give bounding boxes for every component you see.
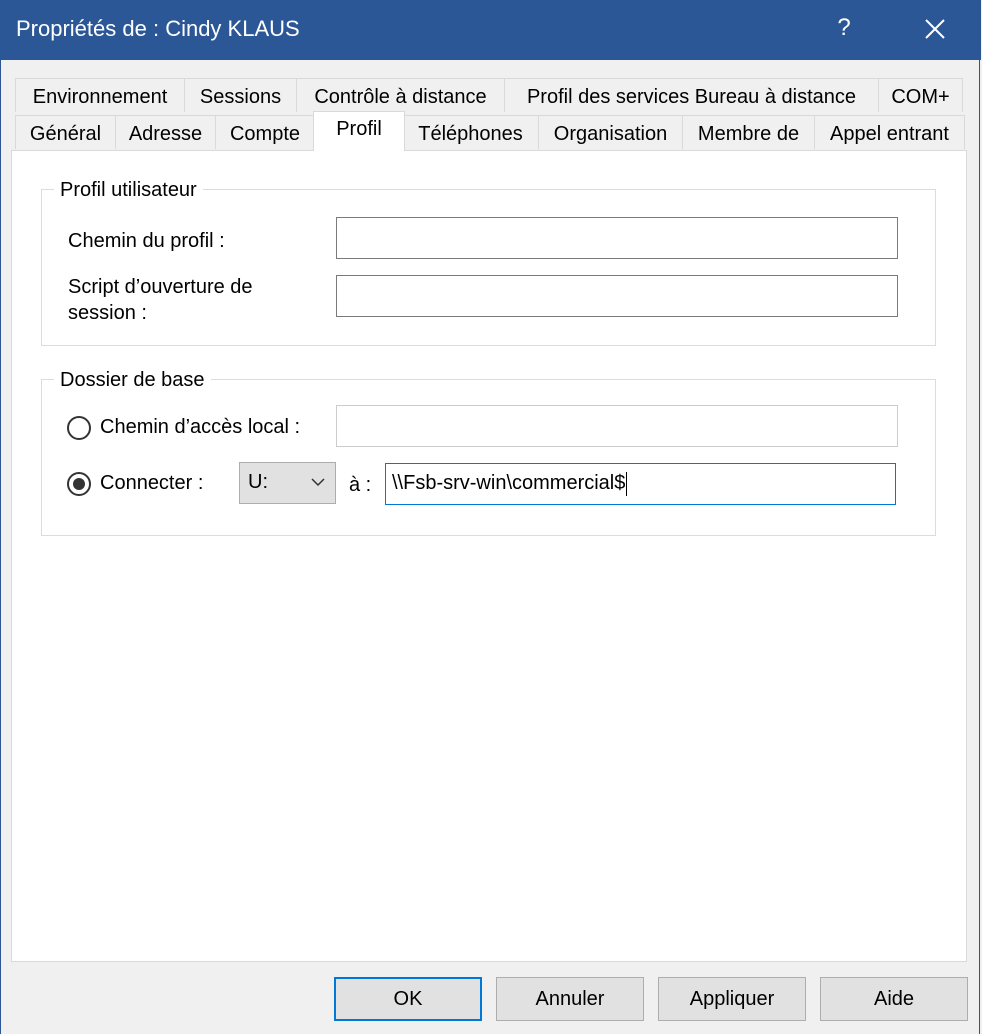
tab-telephones[interactable]: Téléphones [402,115,539,149]
home-folder-group-title: Dossier de base [54,368,211,392]
home-folder-group: Dossier de base Chemin d’accès local : C… [41,368,936,536]
tab-general[interactable]: Général [15,115,116,149]
profile-group: Profil utilisateur Chemin du profil : Sc… [41,178,936,346]
to-label: à : [349,474,372,496]
connect-radio[interactable] [67,472,91,496]
connect-label[interactable]: Connecter : [100,470,203,496]
logon-script-input[interactable] [336,275,898,317]
drive-letter-select[interactable]: U: [239,462,336,504]
local-path-label[interactable]: Chemin d’accès local : [100,414,300,440]
logon-script-label-line2: session : [68,302,147,324]
cancel-button[interactable]: Annuler [496,977,644,1021]
tab-adresse[interactable]: Adresse [115,115,216,149]
tab-controle-a-distance[interactable]: Contrôle à distance [296,78,505,112]
tab-organisation[interactable]: Organisation [538,115,683,149]
text-caret [626,471,628,496]
tab-sessions[interactable]: Sessions [184,78,297,112]
properties-dialog: Propriétés de : Cindy KLAUS ? Environnem… [0,0,981,1034]
close-icon [925,19,945,39]
profile-tab-panel: Profil utilisateur Chemin du profil : Sc… [11,150,967,962]
chevron-down-icon [311,478,325,487]
tab-profil-services-bureau[interactable]: Profil des services Bureau à distance [504,78,879,112]
radio-selected-dot [73,478,85,490]
tab-com-plus[interactable]: COM+ [878,78,963,112]
drive-letter-value: U: [248,471,268,493]
tab-appel-entrant[interactable]: Appel entrant [814,115,965,149]
profile-path-label: Chemin du profil : [68,230,225,252]
profile-group-title: Profil utilisateur [54,178,203,202]
tab-environnement[interactable]: Environnement [15,78,185,112]
close-button[interactable] [909,0,961,60]
logon-script-label-line1: Script d’ouverture de [68,276,253,298]
local-path-input[interactable] [336,405,898,447]
apply-button[interactable]: Appliquer [658,977,806,1021]
tab-profil[interactable]: Profil [313,111,405,151]
help-title-button[interactable]: ? [817,0,871,60]
tab-membre-de[interactable]: Membre de [682,115,815,149]
tab-compte[interactable]: Compte [215,115,315,149]
title-bar[interactable]: Propriétés de : Cindy KLAUS ? [1,0,981,60]
remote-path-value: \\Fsb-srv-win\commercial$ [392,472,626,494]
ok-button[interactable]: OK [334,977,482,1021]
profile-path-input[interactable] [336,217,898,259]
window-title: Propriétés de : Cindy KLAUS [16,16,300,41]
help-button[interactable]: Aide [820,977,968,1021]
local-path-radio[interactable] [67,416,91,440]
remote-path-input[interactable]: \\Fsb-srv-win\commercial$ [385,463,896,505]
